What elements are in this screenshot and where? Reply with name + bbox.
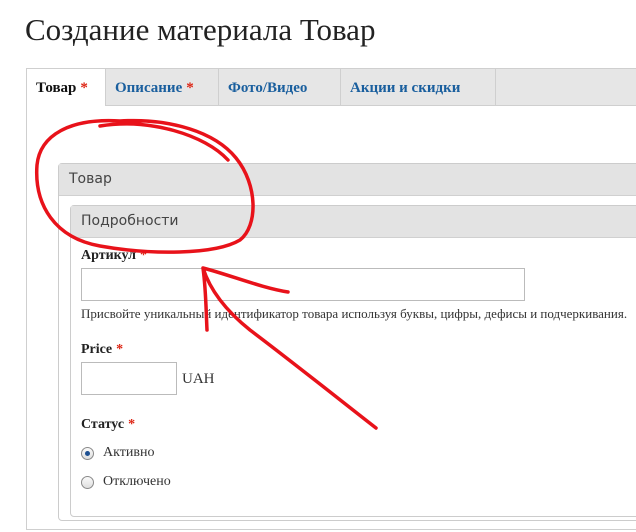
radio-label-disabled[interactable]: Отключено [103,474,171,490]
tab-promotions[interactable]: Акции и скидки [341,69,496,105]
required-marker: * [80,80,88,96]
required-marker: * [128,417,136,432]
product-fieldset-legend[interactable]: Товар [59,164,636,196]
sku-description: Присвойте уникальный идентификатор товар… [81,306,628,321]
required-marker: * [186,80,194,96]
status-label: Статус * [81,417,135,433]
details-fieldset: Подробности [70,205,636,517]
tab-strip: Товар * Описание * Фото/Видео Акции и скид… [27,69,636,106]
price-label-text: Price [81,342,113,357]
radio-label-active[interactable]: Активно [103,445,154,461]
status-label-text: Статус [81,417,125,432]
price-currency: UAH [182,371,215,387]
tab-label: Фото/Видео [228,80,308,96]
tab-label: Товар [36,80,77,96]
tab-photo-video[interactable]: Фото/Видео [219,69,341,105]
radio-active[interactable] [81,447,94,460]
tab-product[interactable]: Товар * [27,69,106,106]
sku-input[interactable] [81,268,525,301]
price-input[interactable] [81,362,177,395]
required-marker: * [116,342,124,357]
details-fieldset-legend[interactable]: Подробности [71,206,636,238]
required-marker: * [140,248,148,263]
tab-description[interactable]: Описание * [106,69,219,105]
radio-disabled[interactable] [81,476,94,489]
sku-label-text: Артикул [81,248,137,263]
price-label: Price * [81,342,123,358]
tab-label: Описание [115,80,183,96]
sku-label: Артикул * [81,248,147,264]
tab-label: Акции и скидки [350,80,461,96]
page-title: Создание материала Товар [25,12,376,47]
